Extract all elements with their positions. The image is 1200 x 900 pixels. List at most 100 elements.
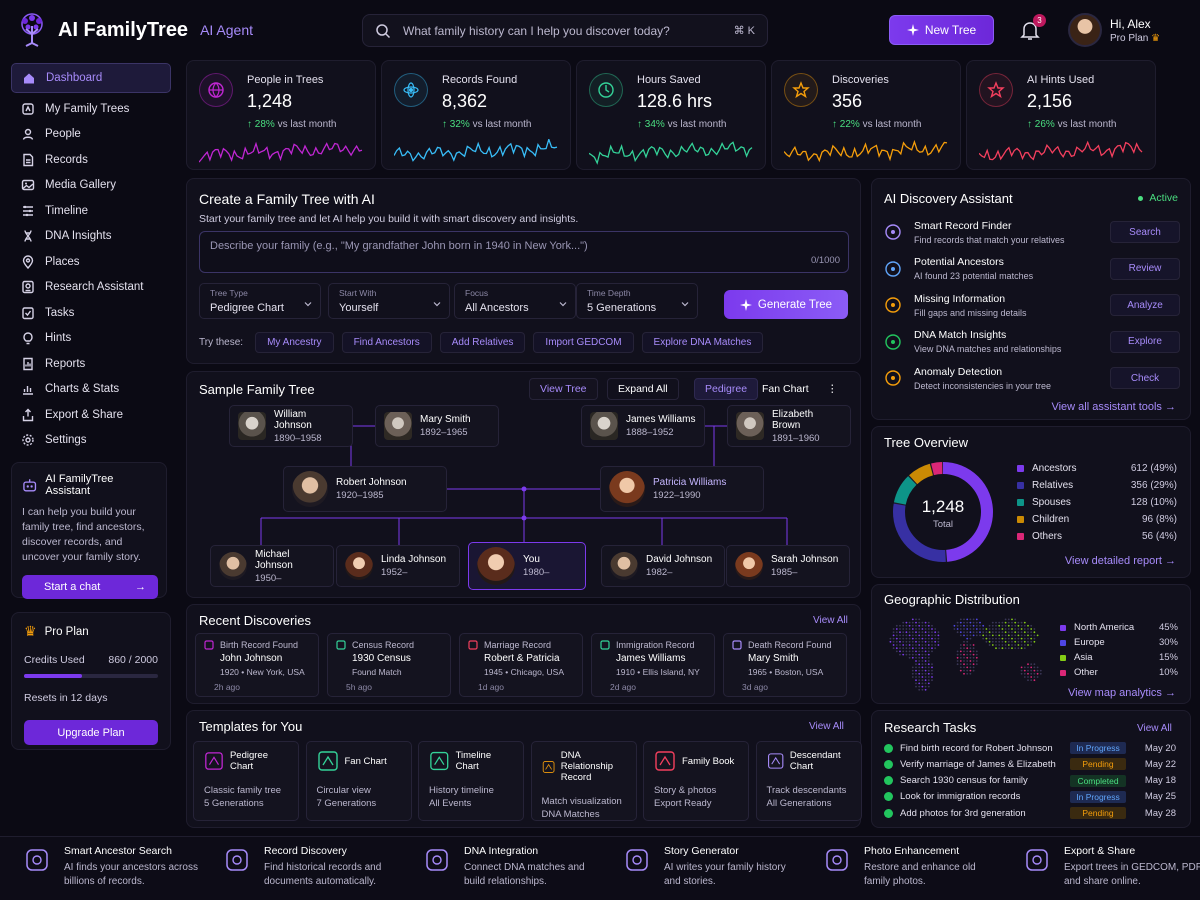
discovery-card[interactable]: Birth Record Found John Johnson 1920 • N… [195, 633, 319, 697]
stat-card[interactable]: Hours Saved 128.6 hrs ↑ 34% vs last mont… [576, 60, 766, 170]
person-name: Sarah Johnson [771, 554, 839, 565]
tree-person-card[interactable]: Michael Johnson 1950– [210, 545, 334, 587]
discovery-card[interactable]: Death Record Found Mary Smith 1965 • Bos… [723, 633, 847, 697]
legend-swatch [1017, 533, 1024, 540]
discovery-time: 2h ago [214, 682, 240, 692]
ai-tool-button[interactable]: Explore [1110, 330, 1180, 353]
generate-tree-button[interactable]: Generate Tree [724, 290, 848, 319]
suggestion-chip[interactable]: Import GEDCOM [533, 332, 634, 353]
suggestion-chip[interactable]: My Ancestry [255, 332, 334, 353]
tree-person-card[interactable]: Robert Johnson 1920–1985 [283, 466, 447, 512]
sidebar-item-hints[interactable]: Hints [11, 326, 171, 352]
ai-tool-button[interactable]: Review [1110, 257, 1180, 280]
discovery-card[interactable]: Immigration Record James Williams 1910 •… [591, 633, 715, 697]
new-tree-button[interactable]: New Tree [889, 15, 994, 45]
tree-person-card[interactable]: David Johnson 1982– [601, 545, 725, 587]
discovery-card[interactable]: Census Record 1930 Census Found Match 5h… [327, 633, 451, 697]
sidebar-item-my-family-trees[interactable]: My Family Trees [11, 96, 171, 122]
detailed-report-link[interactable]: View detailed report → [1065, 555, 1176, 567]
sidebar-item-people[interactable]: People [11, 122, 171, 148]
legend-swatch [1017, 516, 1024, 523]
tree-person-you[interactable]: You 1980– [468, 542, 586, 590]
sidebar-item-places[interactable]: Places [11, 249, 171, 275]
tree-person-card[interactable]: Elizabeth Brown 1891–1960 [727, 405, 851, 447]
map-analytics-link[interactable]: View map analytics → [1068, 687, 1176, 699]
select-start-with[interactable]: Start With Yourself [328, 283, 450, 319]
stat-card[interactable]: People in Trees 1,248 ↑ 28% vs last mont… [186, 60, 376, 170]
template-card[interactable]: DNA Relationship Record Match visualizat… [530, 741, 637, 821]
create-tree-panel: Create a Family Tree with AI Start your … [186, 178, 861, 364]
task-row[interactable]: Add photos for 3rd generation Pending Ma… [884, 806, 1180, 820]
template-card[interactable]: Descendant Chart Track descendants All Ge… [755, 741, 862, 821]
stat-icon-ring [979, 73, 1013, 107]
template-card[interactable]: Timeline Chart History timeline All Event… [418, 741, 524, 821]
stat-label: Records Found [442, 74, 518, 86]
sidebar-item-export-share[interactable]: Export & Share [11, 402, 171, 428]
sidebar-item-media-gallery[interactable]: Media Gallery [11, 173, 171, 199]
tree-icon [21, 102, 35, 116]
feature-title: Export & Share [1064, 845, 1136, 857]
app-logo[interactable]: AI FamilyTree AI Agent [14, 10, 274, 50]
user-menu[interactable]: Hi, Alex Pro Plan ♛ [1068, 12, 1192, 48]
search-bar[interactable]: ⌘ K [362, 14, 768, 47]
crown-icon: ♛ [1151, 32, 1161, 44]
geo-legend-item: Europe 30% [1060, 637, 1178, 648]
sidebar-item-records[interactable]: Records [11, 147, 171, 173]
sidebar-item-dna-insights[interactable]: DNA Insights [11, 224, 171, 250]
template-card[interactable]: Fan Chart Circular view 7 Generations [305, 741, 412, 821]
discovery-card[interactable]: Marriage Record Robert & Patricia 1945 •… [459, 633, 583, 697]
sidebar-item-label: Places [45, 255, 80, 268]
template-card[interactable]: Pedigree Chart Classic family tree 5 Gene… [193, 741, 299, 821]
stat-label: AI Hints Used [1027, 74, 1095, 86]
sidebar-item-reports[interactable]: Reports [11, 351, 171, 377]
stat-card[interactable]: Discoveries 356 ↑ 22% vs last month [771, 60, 961, 170]
templates-view-all-link[interactable]: View All [809, 721, 844, 732]
timeline-icon [430, 751, 449, 771]
family-description-input[interactable]: Describe your family (e.g., "My grandfat… [199, 231, 849, 273]
pedigree-icon [205, 752, 223, 770]
task-row[interactable]: Verify marriage of James & Elizabeth Pen… [884, 757, 1180, 771]
sidebar-item-settings[interactable]: Settings [11, 428, 171, 454]
suggestion-chip[interactable]: Explore DNA Matches [641, 332, 764, 353]
region-name: North America [1074, 622, 1135, 633]
select-time-depth[interactable]: Time Depth 5 Generations [576, 283, 698, 319]
suggestion-chip[interactable]: Add Relatives [439, 332, 526, 353]
tree-person-card[interactable]: Mary Smith 1892–1965 [375, 405, 499, 447]
legend-label: Ancestors [1032, 463, 1077, 474]
sidebar-item-timeline[interactable]: Timeline [11, 198, 171, 224]
select-tree-type[interactable]: Tree Type Pedigree Chart [199, 283, 321, 319]
notifications-button[interactable]: 3 [1018, 14, 1046, 44]
stat-card[interactable]: Records Found 8,362 ↑ 32% vs last month [381, 60, 571, 170]
stat-card[interactable]: AI Hints Used 2,156 ↑ 26% vs last month [966, 60, 1156, 170]
task-row[interactable]: Find birth record for Robert Johnson In … [884, 741, 1180, 755]
ai-tool-button[interactable]: Check [1110, 367, 1180, 389]
view-all-tools-link[interactable]: View all assistant tools → [1051, 401, 1176, 413]
template-card[interactable]: Family Book Story & photos Export Ready [643, 741, 749, 821]
task-text: Search 1930 census for family [900, 775, 1028, 787]
sidebar-item-research-assistant[interactable]: Research Assistant [11, 275, 171, 301]
tasks-view-all-link[interactable]: View All [1137, 723, 1172, 734]
suggestion-chip[interactable]: Find Ancestors [341, 332, 432, 353]
sidebar-item-tasks[interactable]: Tasks [11, 300, 171, 326]
up-arrow-icon: ↑ [832, 119, 840, 130]
tree-person-card[interactable]: Linda Johnson 1952– [336, 545, 460, 587]
start-chat-button[interactable]: Start a chat → [22, 575, 158, 599]
tree-person-card[interactable]: Sarah Johnson 1985– [726, 545, 850, 587]
sidebar-item-dashboard[interactable]: Dashboard [11, 63, 171, 93]
tree-person-card[interactable]: Patricia Williams 1922–1990 [600, 466, 764, 512]
tree-person-card[interactable]: William Johnson 1890–1958 [229, 405, 353, 447]
ai-tool-button[interactable]: Search [1110, 221, 1180, 243]
task-row[interactable]: Look for immigration records In Progress… [884, 790, 1180, 804]
discovery-name: 1930 Census [352, 653, 411, 664]
select-value: 5 Generations [587, 302, 657, 314]
sidebar-item-charts-stats[interactable]: Charts & Stats [11, 377, 171, 403]
stat-change: ↑ 34% vs last month [637, 119, 727, 130]
upgrade-plan-button[interactable]: Upgrade Plan [24, 720, 158, 745]
recent-view-all-link[interactable]: View All [813, 615, 848, 626]
ai-tool-button[interactable]: Analyze [1110, 294, 1180, 316]
search-input[interactable] [403, 23, 722, 38]
arrow-right-icon: → [135, 581, 146, 593]
task-row[interactable]: Search 1930 census for family Completed … [884, 774, 1180, 788]
tree-person-card[interactable]: James Williams 1888–1952 [581, 405, 705, 447]
select-focus[interactable]: Focus All Ancestors [454, 283, 576, 319]
